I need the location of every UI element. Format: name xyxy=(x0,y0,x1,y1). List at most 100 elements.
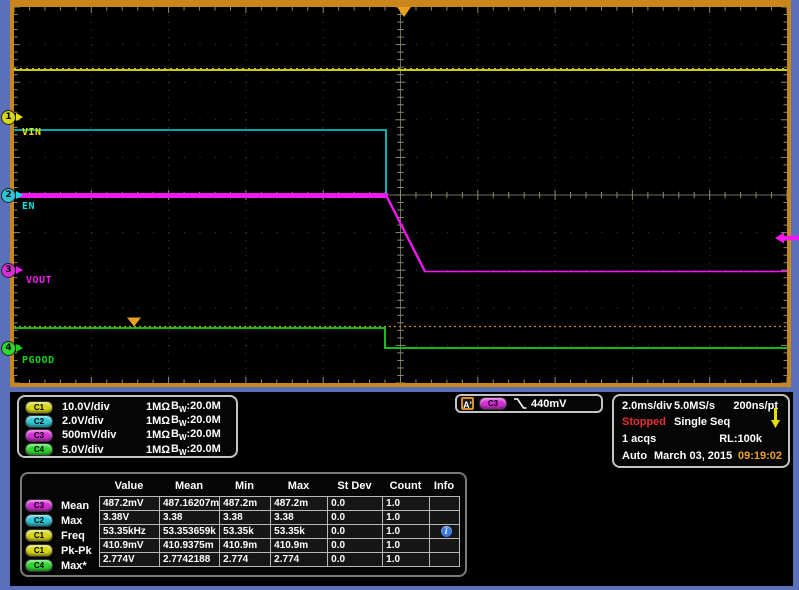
channel-bandwidth: BW:20.0M xyxy=(171,428,221,442)
col-header-max: Max xyxy=(270,480,327,492)
measurement-cell-max: 53.35k xyxy=(271,525,328,539)
trace-label-VIN[interactable]: VIN xyxy=(22,127,42,138)
measurement-source-badge-C4[interactable]: C4 xyxy=(25,559,53,572)
measurement-cell-max: 487.2m xyxy=(271,497,328,511)
measurement-source-badge-C3[interactable]: C3 xyxy=(25,499,53,512)
channel-readout-C1[interactable]: C110.0V/div1MΩBW:20.0M xyxy=(19,400,236,414)
timebase-value: 2.0ms/div xyxy=(622,398,672,414)
measurement-cell-value: 487.2mV xyxy=(100,497,160,511)
measurement-label-Mean[interactable]: C3 Mean xyxy=(25,498,97,513)
measurement-cell-mean: 3.38 xyxy=(160,511,220,525)
trigger-readout[interactable]: A' C3 440mV xyxy=(455,394,603,413)
acq-count-row: 1 acqs RL:100k xyxy=(614,431,788,447)
measurement-cell-value: 53.35kHz xyxy=(100,525,160,539)
measurement-row-Freq: 53.35kHz53.353659k53.35k53.35k0.01.0i xyxy=(100,525,460,539)
channel-scale: 500mV/div xyxy=(62,429,146,441)
ground-marker-C4[interactable]: 4 xyxy=(1,341,16,356)
measurement-source-badge-C1[interactable]: C1 xyxy=(25,544,53,557)
ground-marker-arrow-C2 xyxy=(16,191,23,199)
channel-badge-C3[interactable]: C3 xyxy=(25,429,53,442)
trace-ch2-en xyxy=(14,130,386,194)
channel-settings-panel: C110.0V/div1MΩBW:20.0MC22.0V/div1MΩBW:20… xyxy=(17,395,238,458)
ground-marker-arrow-C1 xyxy=(16,113,23,121)
measurement-cell-count: 1.0 xyxy=(383,511,430,525)
measurement-cell-min: 410.9m xyxy=(220,539,271,553)
measurement-row-Max*: 2.774V2.77421882.7742.7740.01.0 xyxy=(100,553,460,567)
measurement-cell-count: 1.0 xyxy=(383,539,430,553)
channel-bandwidth: BW:20.0M xyxy=(171,443,221,457)
measurement-cell-info[interactable]: i xyxy=(430,525,460,539)
date-value: March 03, 2015 xyxy=(654,448,732,464)
acq-state-badge: Stopped xyxy=(622,414,666,430)
trace-label-VOUT[interactable]: VOUT xyxy=(26,275,52,286)
measurement-cell-min: 2.774 xyxy=(220,553,271,567)
channel-badge-C2[interactable]: C2 xyxy=(25,415,53,428)
channel-impedance: 1MΩ xyxy=(146,429,171,441)
ground-marker-arrow-C4 xyxy=(16,344,23,352)
acquisition-readout[interactable]: 2.0ms/div 5.0MS/s 200ns/pt Stopped Singl… xyxy=(612,394,790,468)
info-icon[interactable]: i xyxy=(441,526,452,537)
measurement-name: Pk-Pk xyxy=(61,545,92,557)
trigger-position-marker[interactable] xyxy=(397,7,411,17)
measurement-cell-count: 1.0 xyxy=(383,497,430,511)
ground-marker-C2[interactable]: 2 xyxy=(1,188,16,203)
channel-badge-C4[interactable]: C4 xyxy=(25,443,53,456)
trace-label-PGOOD[interactable]: PGOOD xyxy=(22,355,55,366)
measurement-source-badge-C1[interactable]: C1 xyxy=(25,529,53,542)
measurement-row-Mean: 487.2mV487.16207m487.2m487.2m0.01.0 xyxy=(100,497,460,511)
acq-datetime-row: Auto March 03, 2015 09:19:02 xyxy=(614,448,788,464)
col-header-count: Count xyxy=(382,480,429,492)
measurement-cell-min: 53.35k xyxy=(220,525,271,539)
waveform-download-arrow-icon xyxy=(771,408,780,429)
measurement-cell-info xyxy=(430,511,460,525)
channel-bandwidth: BW:20.0M xyxy=(171,414,221,428)
measurement-cell-min: 3.38 xyxy=(220,511,271,525)
measurement-name: Max* xyxy=(61,560,87,572)
measurement-cell-max: 2.774 xyxy=(271,553,328,567)
measurement-table: 487.2mV487.16207m487.2m487.2m0.01.03.38V… xyxy=(99,496,460,567)
measurement-cell-max: 410.9m xyxy=(271,539,328,553)
col-header-stdev: St Dev xyxy=(327,480,382,492)
sample-rate-value: 5.0MS/s xyxy=(674,398,715,414)
col-header-value: Value xyxy=(99,480,159,492)
trigger-source-badge: C3 xyxy=(479,397,507,410)
channel-readout-C2[interactable]: C22.0V/div1MΩBW:20.0M xyxy=(19,414,236,428)
time-value: 09:19:02 xyxy=(738,448,782,464)
measurement-cell-info xyxy=(430,497,460,511)
trigger-mode-value: Auto xyxy=(622,448,647,464)
ground-marker-C1[interactable]: 1 xyxy=(1,110,16,125)
channel-readout-C3[interactable]: C3 500mV/div1MΩBW:20.0M xyxy=(19,428,236,442)
measurement-label-Max[interactable]: C2 Max xyxy=(25,513,97,528)
readout-region: C110.0V/div1MΩBW:20.0MC22.0V/div1MΩBW:20… xyxy=(10,392,793,586)
measurement-cell-min: 487.2m xyxy=(220,497,271,511)
measurement-cell-mean: 2.7742188 xyxy=(160,553,220,567)
measurement-headers: Value Mean Min Max St Dev Count Info xyxy=(99,480,459,492)
ground-marker-C3[interactable]: 3 xyxy=(1,263,16,278)
acq-mode-value: Single Seq xyxy=(674,414,730,430)
measurement-cell-value: 410.9mV xyxy=(100,539,160,553)
measurement-cell-info xyxy=(430,553,460,567)
measurement-name: Freq xyxy=(61,530,85,542)
measurement-label-Freq[interactable]: C1 Freq xyxy=(25,528,97,543)
measurement-source-badge-C2[interactable]: C2 xyxy=(25,514,53,527)
measurement-name: Mean xyxy=(61,500,89,512)
measurement-cell-stdev: 0.0 xyxy=(328,497,383,511)
trace-label-EN[interactable]: EN xyxy=(22,201,35,212)
graticule-plot xyxy=(14,7,787,383)
measurement-cell-stdev: 0.0 xyxy=(328,553,383,567)
measurement-label-Pk-Pk[interactable]: C1 Pk-Pk xyxy=(25,543,97,558)
trigger-level-arrow[interactable] xyxy=(775,232,799,244)
channel-bandwidth: BW:20.0M xyxy=(171,400,221,414)
trigger-level-value: 440mV xyxy=(531,398,566,410)
measurement-cell-mean: 487.16207m xyxy=(160,497,220,511)
oscilloscope-screen: 1 VIN 2 EN 3 VOUT 4 PGOOD C110.0V/div1MΩBW:20.0… xyxy=(0,0,799,590)
measurement-cell-stdev: 0.0 xyxy=(328,511,383,525)
waveform-display[interactable] xyxy=(10,0,791,387)
search-mark-triangle[interactable] xyxy=(127,318,141,327)
channel-readout-C4[interactable]: C45.0V/div1MΩBW:20.0M xyxy=(19,443,236,457)
channel-badge-C1[interactable]: C1 xyxy=(25,401,53,414)
col-header-mean: Mean xyxy=(159,480,219,492)
measurement-label-Max*[interactable]: C4 Max* xyxy=(25,558,97,573)
measurement-name: Max xyxy=(61,515,82,527)
measurement-cell-max: 3.38 xyxy=(271,511,328,525)
